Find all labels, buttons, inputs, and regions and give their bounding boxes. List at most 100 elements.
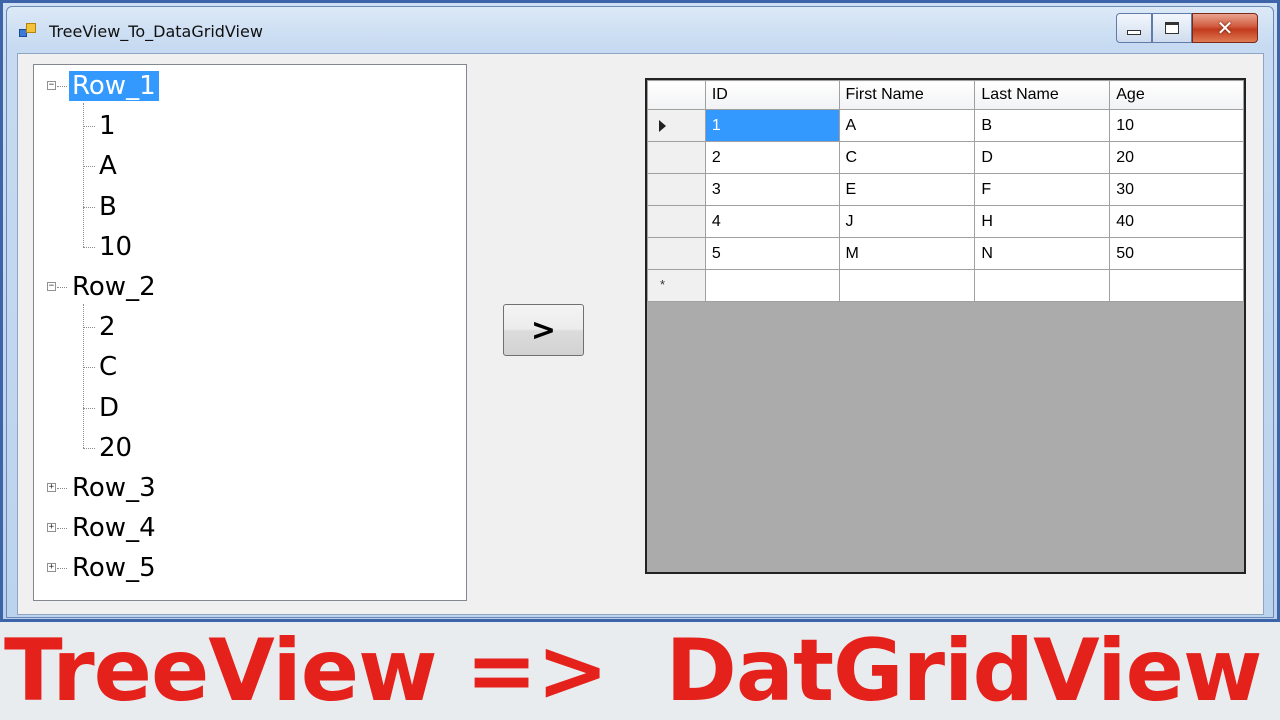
tree-connector (83, 327, 95, 329)
grid-cell[interactable] (974, 269, 1111, 302)
column-header-first-name[interactable]: First Name (838, 80, 976, 110)
tree-child-node[interactable]: C (96, 350, 120, 384)
grid-cell[interactable]: J (838, 205, 976, 238)
grid-cell[interactable]: 20 (1109, 141, 1244, 174)
banner-title: TreeView => DatGridView (4, 621, 1262, 720)
current-row-arrow-icon (659, 120, 666, 132)
grid-cell[interactable]: C (838, 141, 976, 174)
expand-icon[interactable]: + (47, 483, 56, 492)
tree-child-label: A (99, 151, 117, 182)
expand-icon[interactable]: + (47, 563, 56, 573)
app-icon (19, 23, 37, 39)
transfer-button[interactable]: > (503, 304, 584, 356)
tree-connector (83, 246, 95, 248)
tree-connector (57, 287, 67, 288)
row-header[interactable]: * (647, 269, 706, 302)
table-row[interactable]: 2 C D 20 (647, 141, 1244, 174)
tree-node-row_5[interactable]: Row_5 (69, 551, 159, 585)
grid-table: ID First Name Last Name Age 1 A B 10 2 C D 20 3 E F 30 4… (647, 80, 1244, 302)
column-header-last-name[interactable]: Last Name (974, 80, 1111, 110)
grid-cell[interactable]: 2 (704, 141, 840, 174)
collapse-icon[interactable]: − (47, 282, 56, 291)
grid-corner-header[interactable] (647, 80, 706, 110)
tree-child-node[interactable]: D (96, 391, 122, 425)
row-header[interactable] (647, 109, 706, 142)
banner: TreeView => DatGridView (0, 622, 1280, 720)
tree-connector (57, 568, 67, 570)
table-row[interactable]: 5 M N 50 (647, 237, 1244, 270)
grid-cell[interactable]: 1 (704, 109, 840, 142)
grid-cell[interactable]: E (838, 173, 976, 206)
grid-cell[interactable]: N (974, 237, 1111, 270)
grid-new-row[interactable]: * (647, 269, 1244, 302)
grid-cell[interactable]: 10 (1109, 109, 1244, 142)
tree-child-node[interactable]: 1 (96, 109, 119, 143)
grid-cell[interactable]: 50 (1109, 237, 1244, 270)
grid-cell[interactable]: D (974, 141, 1111, 174)
grid-cell[interactable]: 4 (704, 205, 840, 238)
tree-connector (83, 166, 95, 168)
tree-child-label: B (99, 191, 117, 222)
tree-view[interactable]: Row_1 1 A B 10 − Row_2 2 C D 20 − Row_3 + Row_4 + Row_5 + (33, 64, 467, 601)
tree-node-label: Row_2 (72, 272, 156, 302)
tree-node-label: Row_3 (72, 473, 156, 503)
column-header-id[interactable]: ID (704, 80, 840, 110)
tree-child-label: 10 (99, 231, 133, 262)
grid-cell[interactable]: A (838, 109, 976, 142)
grid-cell[interactable]: 3 (704, 173, 840, 206)
tree-child-node[interactable]: 2 (96, 310, 119, 344)
tree-child-label: C (99, 352, 118, 383)
row-header[interactable] (647, 237, 706, 270)
tree-connector (83, 447, 95, 449)
grid-cell[interactable]: 5 (704, 237, 840, 270)
collapse-icon[interactable]: − (47, 81, 56, 90)
tree-child-node[interactable]: A (96, 149, 120, 183)
maximize-button[interactable] (1152, 13, 1192, 43)
column-header-age[interactable]: Age (1109, 80, 1244, 110)
tree-child-label: 1 (99, 111, 116, 142)
tree-connector (83, 126, 95, 128)
tree-node-row_4[interactable]: Row_4 (69, 511, 159, 545)
row-header[interactable] (647, 205, 706, 238)
data-grid-view[interactable]: ID First Name Last Name Age 1 A B 10 2 C D 20 3 E F 30 4… (645, 78, 1246, 574)
close-button[interactable]: ✕ (1192, 13, 1258, 43)
row-header[interactable] (647, 141, 706, 174)
table-row[interactable]: 3 E F 30 (647, 173, 1244, 206)
table-row[interactable]: 4 J H 40 (647, 205, 1244, 238)
app-window: TreeView_To_DataGridView ✕ Row_1 1 A B 10− Ro… (6, 6, 1274, 618)
tree-connector (57, 488, 67, 489)
tree-child-node[interactable]: 20 (96, 431, 135, 465)
tree-node-label: Row_4 (72, 513, 156, 544)
new-row-icon: * (660, 277, 666, 292)
tree-connector (83, 367, 95, 369)
tree-node-label: Row_1 (69, 71, 159, 101)
close-icon: ✕ (1216, 16, 1234, 40)
tree-connector (83, 407, 95, 409)
table-row[interactable]: 1 A B 10 (647, 109, 1244, 142)
tree-child-label: 2 (99, 312, 116, 343)
grid-cell[interactable] (704, 269, 840, 302)
tree-child-node[interactable]: B (96, 190, 120, 224)
tree-node-row_2[interactable]: Row_2 (69, 270, 159, 304)
grid-cell[interactable]: M (838, 237, 976, 270)
grid-cell[interactable]: 40 (1109, 205, 1244, 238)
tree-child-label: D (99, 392, 120, 423)
row-header[interactable] (647, 173, 706, 206)
title-bar[interactable]: TreeView_To_DataGridView ✕ (7, 7, 1273, 53)
form-client-area: Row_1 1 A B 10− Row_2 2 C D 20− Row_3 + Row_4 + Row_5 +… (17, 53, 1264, 615)
grid-cell[interactable] (1109, 269, 1244, 302)
grid-cell[interactable]: 30 (1109, 173, 1244, 206)
tree-connector (83, 304, 84, 448)
tree-node-row_1[interactable]: Row_1 (69, 69, 159, 103)
minimize-button[interactable] (1116, 13, 1152, 43)
tree-node-label: Row_5 (72, 553, 156, 584)
tree-child-node[interactable]: 10 (96, 230, 135, 264)
grid-cell[interactable]: B (974, 109, 1111, 142)
expand-icon[interactable]: + (47, 523, 56, 533)
tree-node-row_3[interactable]: Row_3 (69, 471, 159, 505)
minimize-icon (1127, 29, 1141, 35)
grid-cell[interactable] (838, 269, 976, 302)
tree-connector (83, 206, 95, 208)
grid-cell[interactable]: F (974, 173, 1111, 206)
grid-cell[interactable]: H (974, 205, 1111, 238)
